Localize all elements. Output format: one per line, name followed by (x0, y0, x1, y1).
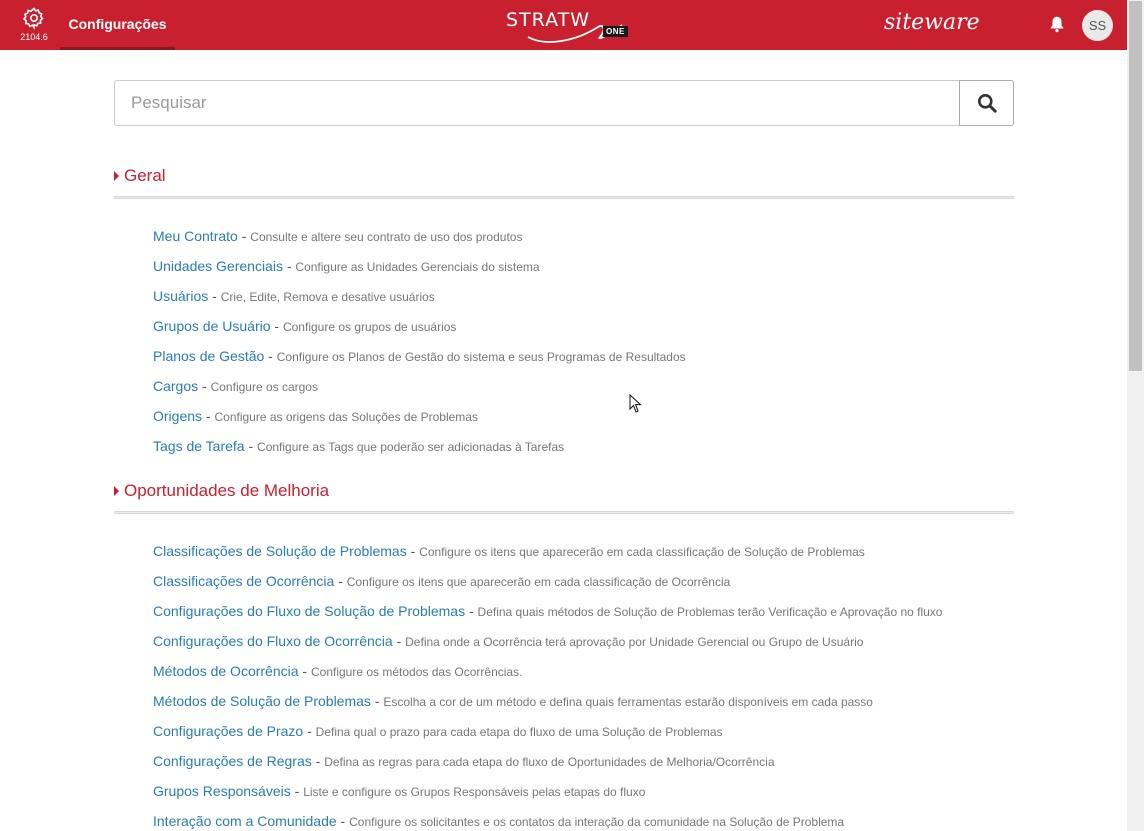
product-badge: ONE (603, 26, 628, 37)
settings-button[interactable]: 2104.6 (16, 6, 52, 42)
top-bar: 2104.6 Configurações STRATW ONE siteware… (0, 0, 1127, 50)
caret-right-icon (114, 171, 119, 181)
settings-description: Defina quais métodos de Solução de Probl… (477, 605, 943, 619)
settings-link[interactable]: Origens (153, 408, 202, 424)
settings-link[interactable]: Configurações de Regras (153, 753, 312, 769)
settings-item: Classificações de Ocorrência - Configure… (153, 573, 731, 589)
settings-item: Métodos de Solução de Problemas - Escolh… (153, 693, 873, 709)
settings-item: Grupos de Usuário - Configure os grupos … (153, 318, 457, 334)
settings-item: Configurações do Fluxo de Ocorrência - D… (153, 633, 864, 649)
settings-link[interactable]: Configurações de Prazo (153, 723, 303, 739)
settings-item: Usuários - Crie, Edite, Remova e desativ… (153, 288, 435, 304)
settings-link[interactable]: Interação com a Comunidade (153, 813, 337, 829)
settings-link[interactable]: Cargos (153, 378, 198, 394)
settings-description: Configure os Planos de Gestão do sistema… (276, 350, 686, 364)
settings-description: Configure as Unidades Gerenciais do sist… (295, 260, 540, 274)
settings-link[interactable]: Tags de Tarefa (153, 438, 245, 454)
settings-link[interactable]: Métodos de Solução de Problemas (153, 693, 371, 709)
settings-description: Configure os cargos (210, 380, 318, 394)
gear-icon (22, 7, 44, 30)
scrollbar-thumb[interactable] (1129, 1, 1142, 371)
version-label: 2104.6 (20, 32, 48, 42)
search-button[interactable] (959, 80, 1014, 126)
brand-logo[interactable]: siteware (884, 10, 980, 35)
settings-description: Crie, Edite, Remova e desative usuários (220, 290, 435, 304)
mouse-cursor-icon (629, 394, 642, 413)
tab-configuracoes[interactable]: Configurações (60, 0, 175, 50)
settings-description: Defina onde a Ocorrência terá aprovação … (405, 635, 864, 649)
settings-description: Consulte e altere seu contrato de uso do… (250, 230, 523, 244)
settings-link[interactable]: Classificações de Solução de Problemas (153, 543, 407, 559)
settings-item: Configurações de Prazo - Defina qual o p… (153, 723, 723, 739)
settings-item: Unidades Gerenciais - Configure as Unida… (153, 258, 540, 274)
search-icon (977, 94, 997, 113)
settings-description: Escolha a cor de um método e defina quai… (383, 695, 873, 709)
section-divider (114, 511, 1014, 514)
settings-link[interactable]: Usuários (153, 288, 208, 304)
settings-description: Configure os grupos de usuários (282, 320, 457, 334)
section-header-oportunidades[interactable]: Oportunidades de Melhoria (114, 481, 329, 501)
settings-item: Origens - Configure as origens das Soluç… (153, 408, 478, 424)
settings-description: Defina as regras para cada etapa do flux… (324, 755, 775, 769)
caret-right-icon (114, 486, 119, 496)
section-title: Oportunidades de Melhoria (124, 481, 330, 500)
settings-link[interactable]: Grupos de Usuário (153, 318, 271, 334)
settings-link[interactable]: Meu Contrato (153, 228, 238, 244)
settings-item: Configurações de Regras - Defina as regr… (153, 753, 775, 769)
settings-description: Defina qual o prazo para cada etapa do f… (315, 725, 723, 739)
settings-link[interactable]: Métodos de Ocorrência (153, 663, 299, 679)
settings-item: Meu Contrato - Consulte e altere seu con… (153, 228, 523, 244)
settings-description: Configure os métodos das Ocorrências. (310, 665, 523, 679)
vertical-scrollbar[interactable] (1127, 0, 1144, 831)
settings-description: Configure as origens das Soluções de Pro… (214, 410, 478, 424)
settings-link[interactable]: Grupos Responsáveis (153, 783, 291, 799)
settings-item: Configurações do Fluxo de Solução de Pro… (153, 603, 943, 619)
settings-item: Classificações de Solução de Problemas -… (153, 543, 865, 559)
section-title: Geral (124, 166, 166, 185)
settings-link[interactable]: Planos de Gestão (153, 348, 264, 364)
settings-item: Cargos - Configure os cargos (153, 378, 318, 394)
settings-link[interactable]: Unidades Gerenciais (153, 258, 283, 274)
settings-item: Planos de Gestão - Configure os Planos d… (153, 348, 686, 364)
bell-icon[interactable] (1048, 15, 1066, 33)
settings-description: Configure os itens que aparecerão em cad… (346, 575, 731, 589)
settings-item: Tags de Tarefa - Configure as Tags que p… (153, 438, 565, 454)
settings-description: Configure as Tags que poderão ser adicio… (257, 440, 565, 454)
avatar[interactable]: SS (1082, 10, 1113, 41)
settings-description: Liste e configure os Grupos Responsáveis… (303, 785, 646, 799)
section-header-geral[interactable]: Geral (114, 166, 166, 186)
settings-link[interactable]: Classificações de Ocorrência (153, 573, 334, 589)
settings-description: Configure os solicitantes e os contatos … (349, 815, 845, 829)
settings-item: Grupos Responsáveis - Liste e configure … (153, 783, 646, 799)
settings-item: Interação com a Comunidade - Configure o… (153, 813, 845, 829)
settings-item: Métodos de Ocorrência - Configure os mét… (153, 663, 523, 679)
settings-link[interactable]: Configurações do Fluxo de Ocorrência (153, 633, 393, 649)
search-bar (114, 80, 1014, 126)
section-divider (114, 196, 1014, 199)
settings-link[interactable]: Configurações do Fluxo de Solução de Pro… (153, 603, 465, 619)
settings-description: Configure os itens que aparecerão em cad… (419, 545, 865, 559)
search-input[interactable] (114, 80, 960, 126)
